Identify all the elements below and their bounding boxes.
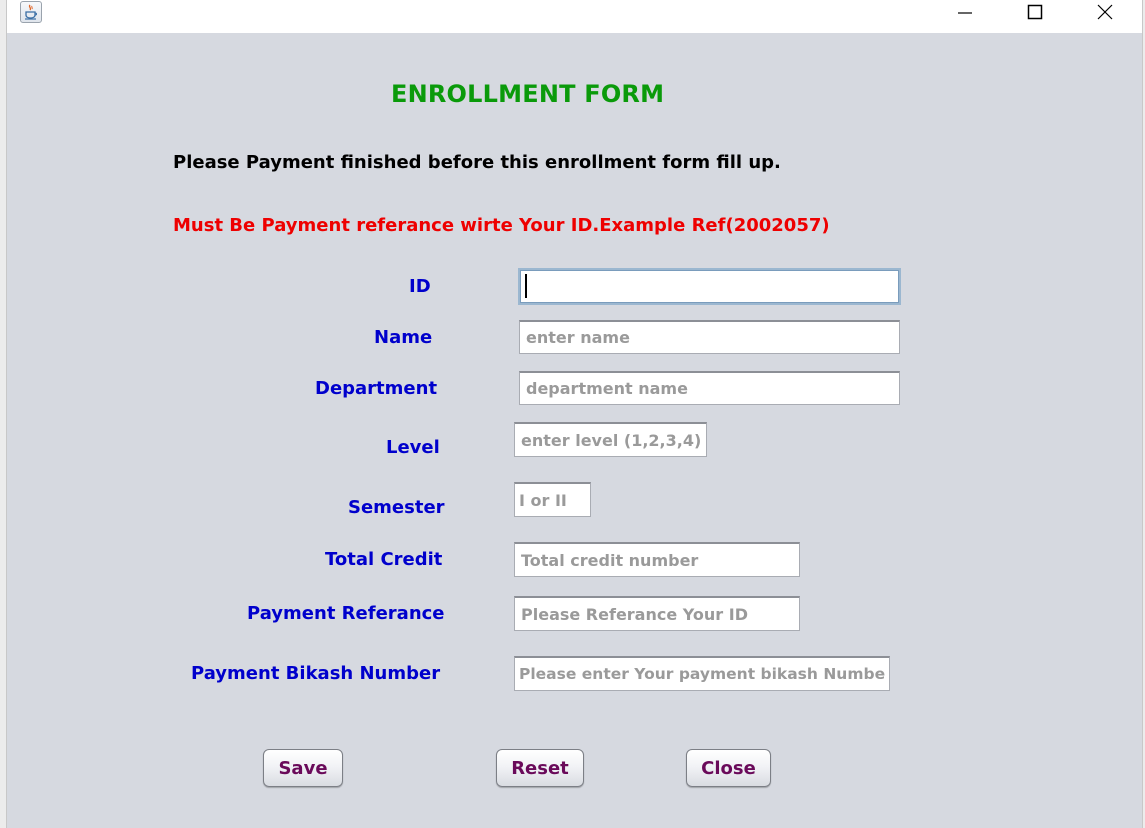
save-button[interactable]: Save [263, 749, 343, 787]
enrollment-window [6, 0, 1143, 828]
close-window-button[interactable] [1082, 0, 1128, 24]
close-icon [1097, 4, 1113, 20]
reset-button[interactable]: Reset [496, 749, 584, 787]
payment-reference-input[interactable] [514, 596, 800, 631]
bikash-number-input[interactable] [514, 656, 890, 691]
minimize-button[interactable] [942, 0, 988, 24]
department-label: Department [315, 378, 438, 399]
name-label: Name [374, 327, 433, 348]
total-credit-input[interactable] [514, 542, 800, 577]
name-input[interactable] [519, 320, 900, 354]
payment-reference-warning: Must Be Payment referance wirte Your ID.… [173, 215, 830, 236]
maximize-button[interactable] [1012, 0, 1058, 24]
total-credit-label: Total Credit [325, 549, 443, 570]
java-cup-icon [20, 1, 42, 23]
id-input[interactable] [518, 268, 901, 305]
level-input[interactable] [514, 422, 707, 457]
department-input[interactable] [519, 371, 900, 405]
form-title: ENROLLMENT FORM [391, 80, 665, 108]
text-caret [525, 274, 527, 298]
semester-input[interactable] [514, 482, 591, 517]
level-label: Level [386, 437, 440, 458]
close-button[interactable]: Close [686, 749, 771, 787]
bikash-number-label: Payment Bikash Number [191, 663, 441, 684]
semester-label: Semester [348, 497, 445, 518]
maximize-icon [1027, 4, 1043, 20]
id-label: ID [409, 276, 431, 297]
payment-notice: Please Payment finished before this enro… [173, 152, 781, 173]
payment-reference-label: Payment Referance [247, 603, 445, 624]
title-bar[interactable] [7, 0, 1142, 33]
minimize-icon [958, 12, 972, 14]
